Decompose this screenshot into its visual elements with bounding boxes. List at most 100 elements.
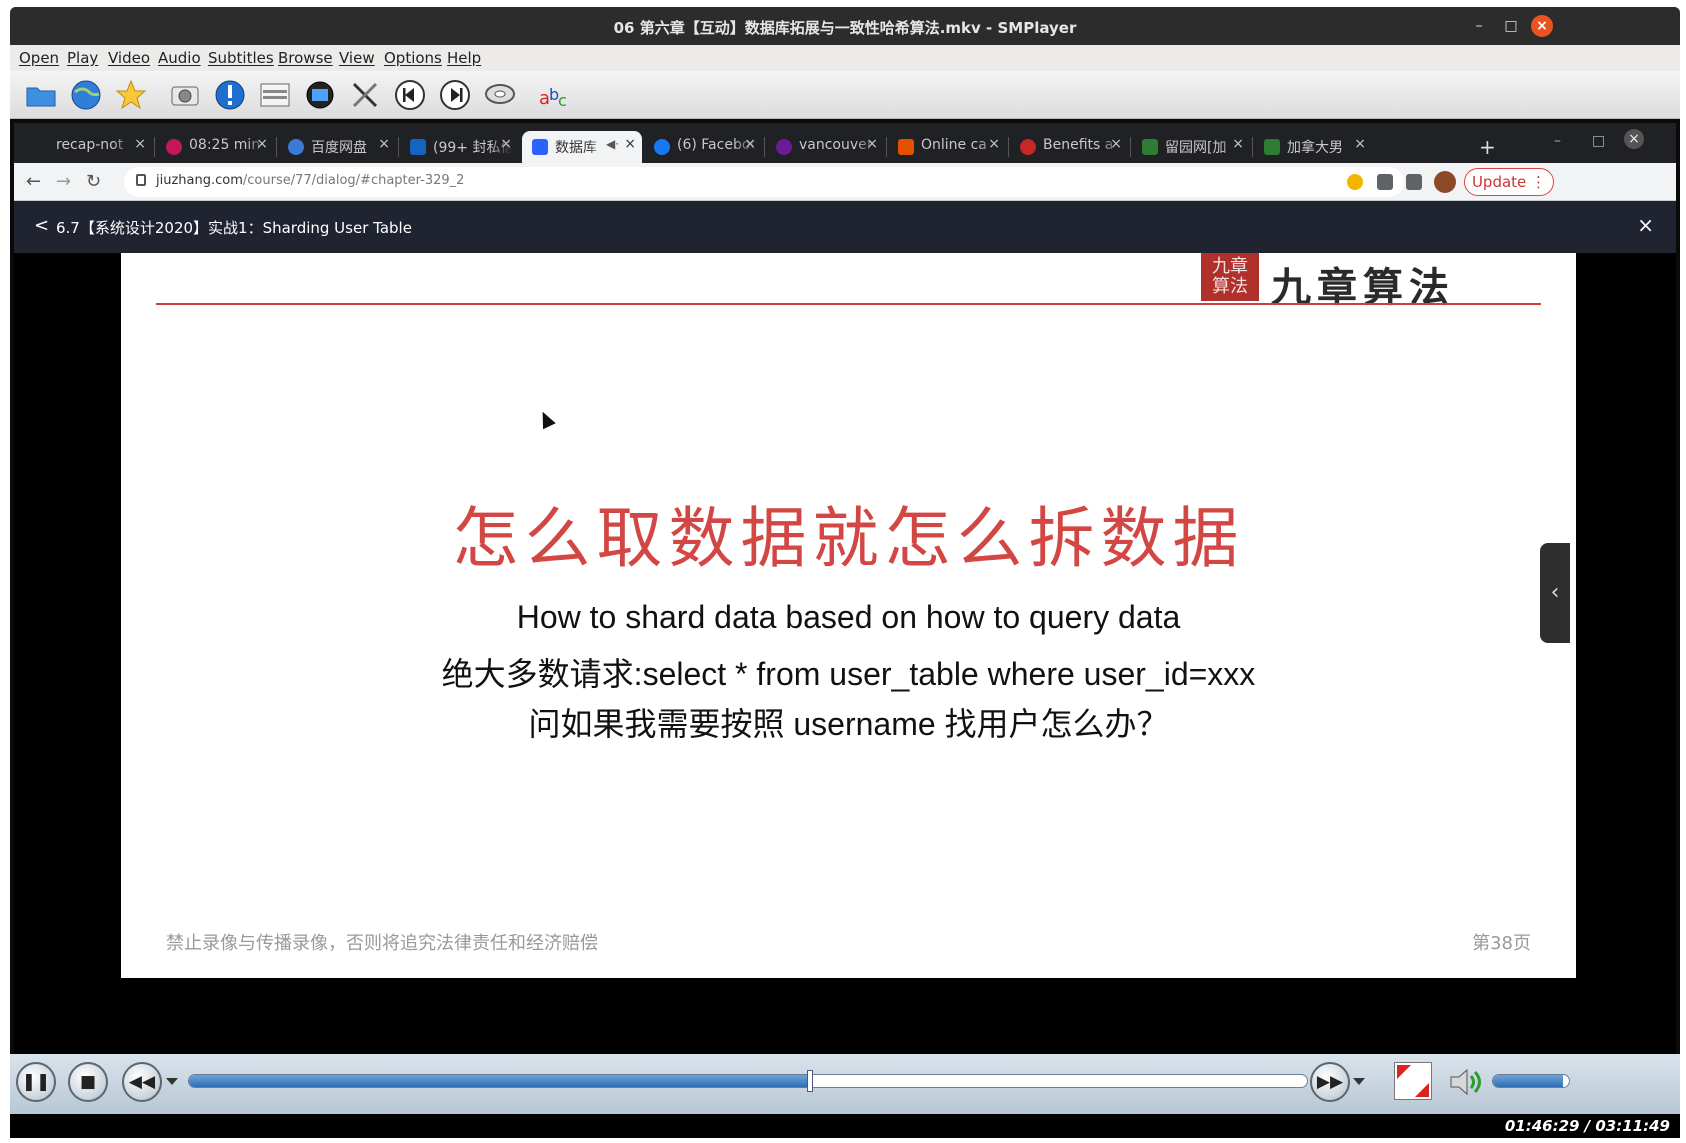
browser-tab[interactable]: 加拿大男 ×: [1254, 131, 1372, 163]
forward-icon: ▶▶: [1316, 1072, 1344, 1092]
toolbar: a b c: [10, 71, 1680, 119]
rewind-button[interactable]: ◀◀: [122, 1062, 162, 1102]
tab-close-icon[interactable]: ×: [988, 136, 1000, 152]
browser-tab[interactable]: 留园网[加 ×: [1132, 131, 1250, 163]
globe-icon[interactable]: [69, 78, 103, 112]
tab-close-icon[interactable]: ×: [256, 136, 268, 152]
side-panel-toggle[interactable]: ‹: [1540, 543, 1570, 643]
tab-close-icon[interactable]: ×: [624, 136, 636, 152]
status-bar: 01:46:29 / 03:11:49: [10, 1114, 1680, 1138]
seek-handle[interactable]: [806, 1070, 813, 1092]
next-icon[interactable]: [438, 78, 472, 112]
forward-arrow-icon[interactable]: →: [56, 171, 71, 192]
tab-close-icon[interactable]: ×: [500, 136, 512, 152]
browser-tab[interactable]: vancouver ×: [766, 131, 884, 163]
video-settings-icon[interactable]: [303, 78, 337, 112]
rewind-dropdown-icon[interactable]: [166, 1078, 178, 1085]
update-button[interactable]: Update ⋮: [1464, 168, 1554, 196]
tab-label: recap-not: [56, 137, 124, 153]
tab-favicon-icon: [1264, 139, 1280, 155]
tools-icon[interactable]: [348, 78, 382, 112]
slide-line-1: How to shard data based on how to query …: [516, 599, 1181, 635]
favorites-star-icon[interactable]: [114, 78, 148, 112]
tab-favicon-icon: [898, 139, 914, 155]
reload-icon[interactable]: ↻: [86, 171, 101, 192]
forward-dropdown-icon[interactable]: [1353, 1078, 1365, 1085]
url-field[interactable]: jiuzhang.com/course/77/dialog/#chapter-3…: [124, 167, 1404, 197]
extension-icon[interactable]: [1347, 174, 1363, 190]
minimize-button[interactable]: –: [1468, 15, 1490, 37]
stop-button[interactable]: ■: [68, 1062, 108, 1102]
browser-tab[interactable]: (6) Facebook ×: [644, 131, 762, 163]
browser-minimize-button[interactable]: –: [1554, 133, 1561, 149]
video-area[interactable]: recap-not × 08:25 min × 百度网盘 × (99+ 封私信 …: [10, 119, 1680, 1054]
pause-button[interactable]: ❚❚: [16, 1062, 56, 1102]
browser-tab[interactable]: Online ca ×: [888, 131, 1006, 163]
browser-tab[interactable]: Benefits a ×: [1010, 131, 1128, 163]
slide-disclaimer: 禁止录像与传播录像，否则将追究法律责任和经济赔偿: [166, 933, 598, 954]
slide: 九章 算法 九章算法 怎么取数据就怎么拆数据 How to shard data …: [121, 253, 1576, 978]
url-host: jiuzhang.com: [156, 173, 243, 188]
forward-button[interactable]: ▶▶: [1310, 1062, 1350, 1102]
lecture-stage: 九章 算法 九章算法 怎么取数据就怎么拆数据 How to shard data …: [14, 253, 1676, 1054]
menu-play[interactable]: Play: [67, 49, 98, 67]
tab-close-icon[interactable]: ×: [1354, 136, 1366, 152]
browser-tab[interactable]: 百度网盘 ×: [278, 131, 396, 163]
open-folder-icon[interactable]: [24, 78, 58, 112]
url-text: jiuzhang.com/course/77/dialog/#chapter-3…: [156, 173, 464, 188]
fullscreen-button[interactable]: [1394, 1062, 1432, 1100]
browser-tab-active[interactable]: 数据库 ◀· ×: [522, 131, 642, 163]
menu-subtitles[interactable]: Subtitles: [208, 49, 274, 67]
browser-maximize-button[interactable]: □: [1592, 133, 1605, 149]
tab-close-icon[interactable]: ×: [866, 136, 878, 152]
info-icon[interactable]: [213, 78, 247, 112]
tab-close-icon[interactable]: ×: [1110, 136, 1122, 152]
tab-close-icon[interactable]: ×: [744, 136, 756, 152]
volume-slider[interactable]: [1492, 1074, 1570, 1088]
menu-open[interactable]: Open: [19, 49, 59, 67]
menu-video[interactable]: Video: [108, 49, 150, 67]
seek-bar[interactable]: [188, 1074, 1308, 1088]
maximize-button[interactable]: □: [1500, 15, 1522, 37]
previous-icon[interactable]: [393, 78, 427, 112]
subtitles-abc-icon[interactable]: a b c: [538, 78, 572, 112]
tab-favicon-icon: [776, 139, 792, 155]
menu-audio[interactable]: Audio: [158, 49, 201, 67]
menu-bar: Open Play Video Audio Subtitles Browse V…: [10, 45, 1680, 71]
slide-heading: 怎么取数据就怎么拆数据: [452, 500, 1245, 577]
smplayer-window: 06 第六章【互动】数据库拓展与一致性哈希算法.mkv - SMPlayer –…: [10, 7, 1680, 1138]
reading-list-icon[interactable]: [1406, 174, 1422, 190]
playlist-icon[interactable]: [258, 78, 292, 112]
video-frame-browser: recap-not × 08:25 min × 百度网盘 × (99+ 封私信 …: [14, 123, 1676, 1054]
rewind-icon: ◀◀: [128, 1072, 156, 1092]
close-window-button[interactable]: ×: [1531, 15, 1553, 37]
volume-icon[interactable]: [1448, 1066, 1482, 1098]
browser-tab[interactable]: 08:25 min ×: [156, 131, 274, 163]
tab-audio-icon[interactable]: ◀·: [606, 137, 619, 151]
back-chevron-icon[interactable]: <: [34, 215, 49, 236]
menu-browse[interactable]: Browse: [278, 49, 333, 67]
address-bar: ← → ↻ jiuzhang.com/course/77/dialog/#cha…: [14, 163, 1676, 201]
browser-tab[interactable]: recap-not ×: [34, 131, 152, 163]
avatar[interactable]: [1434, 171, 1456, 193]
slide-line-2: 绝大多数请求:select * from user_table where us…: [441, 656, 1256, 692]
facebook-icon: [654, 139, 670, 155]
back-arrow-icon[interactable]: ←: [26, 171, 41, 192]
tab-favicon-icon: [166, 139, 182, 155]
browser-tab[interactable]: (99+ 封私信 ×: [400, 131, 518, 163]
tab-close-icon[interactable]: ×: [134, 136, 146, 152]
close-icon[interactable]: ×: [1637, 213, 1654, 237]
screenshot-camera-icon[interactable]: [168, 78, 202, 112]
new-tab-button[interactable]: +: [1479, 135, 1496, 159]
menu-view[interactable]: View: [339, 49, 375, 67]
menu-help[interactable]: Help: [447, 49, 481, 67]
tab-close-icon[interactable]: ×: [378, 136, 390, 152]
course-title: 6.7【系统设计2020】实战1：Sharding User Table: [56, 219, 412, 237]
playback-controls: ❚❚ ■ ◀◀ ▶▶: [10, 1054, 1680, 1114]
tab-label: 数据库: [555, 140, 597, 156]
puzzle-extensions-icon[interactable]: [1377, 174, 1393, 190]
menu-options[interactable]: Options: [384, 49, 442, 67]
tab-close-icon[interactable]: ×: [1232, 136, 1244, 152]
browser-close-button[interactable]: ×: [1624, 129, 1644, 149]
audio-disc-icon[interactable]: [483, 78, 517, 112]
